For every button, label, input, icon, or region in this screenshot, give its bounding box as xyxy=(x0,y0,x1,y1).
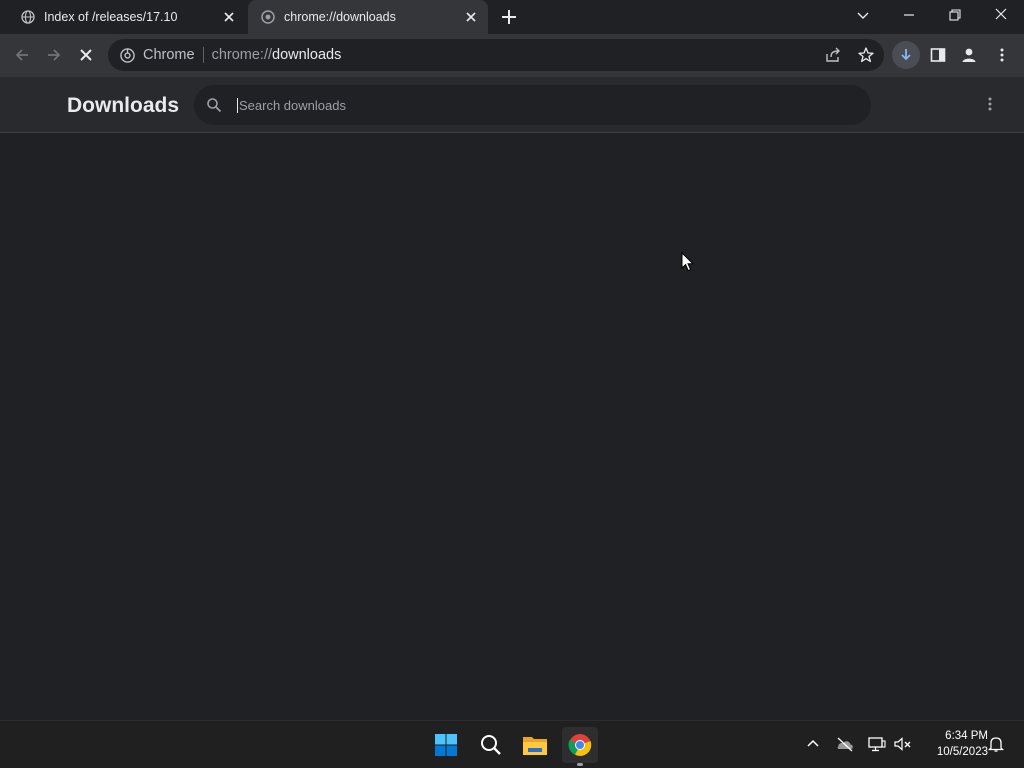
clock-time: 6:34 PM xyxy=(945,730,988,742)
site-label: Chrome xyxy=(143,47,195,63)
stop-loading-icon[interactable] xyxy=(75,44,97,66)
downloads-header: Downloads xyxy=(0,77,1024,133)
chrome-taskbar-icon[interactable] xyxy=(562,727,598,766)
address-bar[interactable]: Chrome chrome://downloads xyxy=(108,39,884,71)
profile-avatar-icon[interactable] xyxy=(958,44,980,66)
running-indicator xyxy=(577,763,583,766)
close-window-icon[interactable] xyxy=(991,6,1011,26)
show-hidden-icons-chevron-icon[interactable] xyxy=(804,735,824,755)
chrome-menu-icon[interactable] xyxy=(991,44,1013,66)
system-clock[interactable]: 6:34 PM 10/5/2023 xyxy=(918,728,988,760)
search-icon xyxy=(206,97,222,113)
url-host: downloads xyxy=(272,47,342,63)
chrome-logo-icon xyxy=(120,47,135,63)
side-panel-icon[interactable] xyxy=(927,44,949,66)
search-downloads-box[interactable] xyxy=(194,85,871,125)
windows-start-icon[interactable] xyxy=(430,729,462,761)
back-arrow-icon[interactable] xyxy=(11,44,33,66)
tab-index-releases[interactable]: Index of /releases/17.10 xyxy=(8,0,246,34)
clock-date: 10/5/2023 xyxy=(936,746,988,758)
globe-icon xyxy=(21,10,35,24)
tab-title: chrome://downloads xyxy=(284,10,396,24)
mouse-pointer-icon xyxy=(681,251,695,277)
tab-search-chevron-icon[interactable] xyxy=(853,6,873,26)
downloads-list-area xyxy=(0,134,1024,720)
more-actions-icon[interactable] xyxy=(980,95,1000,115)
forward-arrow-icon[interactable] xyxy=(43,44,65,66)
page-title: Downloads xyxy=(67,94,180,117)
site-chip[interactable]: Chrome xyxy=(120,47,195,63)
url-scheme: chrome:// xyxy=(211,47,273,63)
share-icon[interactable] xyxy=(824,46,842,68)
network-icon[interactable] xyxy=(867,735,887,755)
close-tab-icon[interactable] xyxy=(464,10,478,24)
notifications-bell-icon[interactable] xyxy=(987,735,1007,755)
downloads-icon[interactable] xyxy=(892,41,920,69)
bookmark-star-icon[interactable] xyxy=(857,46,875,68)
browser-toolbar: Chrome chrome://downloads xyxy=(0,34,1024,77)
tab-title: Index of /releases/17.10 xyxy=(44,10,178,24)
restore-icon[interactable] xyxy=(945,6,965,26)
file-explorer-icon[interactable] xyxy=(519,729,551,761)
onedrive-offline-icon[interactable] xyxy=(835,735,855,755)
new-tab-button[interactable] xyxy=(499,7,519,27)
chrome-page-icon xyxy=(261,10,275,24)
search-icon[interactable] xyxy=(475,729,507,761)
search-input[interactable] xyxy=(237,97,837,113)
windows-taskbar: 6:34 PM 10/5/2023 xyxy=(0,720,1024,768)
divider xyxy=(202,47,204,63)
volume-muted-icon[interactable] xyxy=(893,735,913,755)
minimize-icon[interactable] xyxy=(899,6,919,26)
close-tab-icon[interactable] xyxy=(222,10,236,24)
tab-strip: Index of /releases/17.10 chrome://downlo… xyxy=(0,0,1024,34)
tab-chrome-downloads[interactable]: chrome://downloads xyxy=(248,0,488,34)
